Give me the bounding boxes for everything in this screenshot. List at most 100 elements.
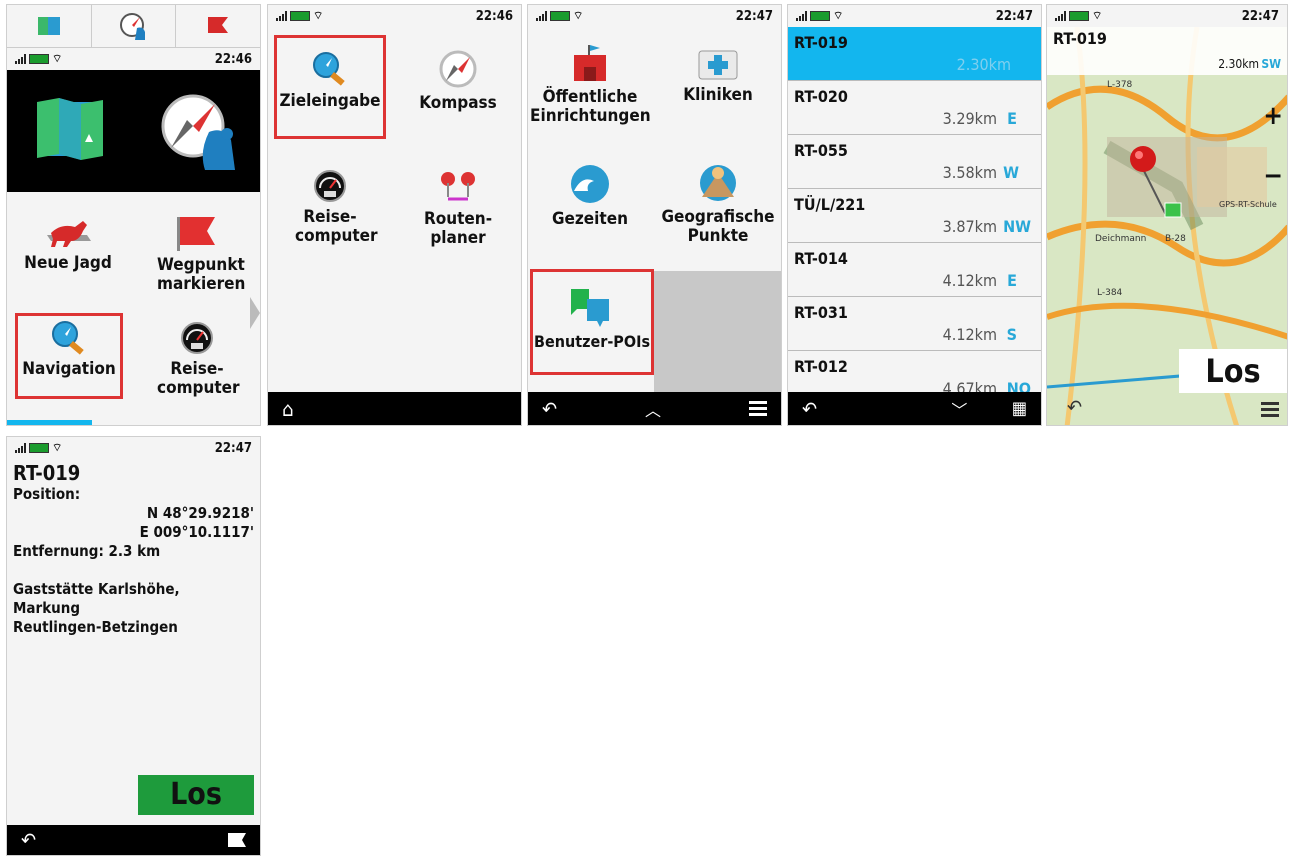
list-item[interactable]: RT-031 4.12km S — [788, 297, 1041, 351]
wave-icon — [571, 165, 609, 203]
poi-direction: S — [1006, 325, 1017, 344]
wifi-icon: ⌔ — [573, 9, 584, 22]
zoom-in-button[interactable]: + — [1263, 101, 1283, 131]
distance-text: Entfernung: 2.3 km — [13, 542, 161, 560]
shortcut-strip — [7, 5, 260, 48]
compass-dog-app-icon[interactable] — [157, 92, 241, 172]
item-label: Navigation — [22, 359, 116, 379]
navigation-tile[interactable]: Navigation — [15, 313, 123, 399]
compass-tile[interactable]: Kompass — [402, 49, 514, 139]
map-icon — [37, 17, 60, 35]
poi-name: TÜ/L/221 — [794, 195, 866, 214]
map-label-road1: L-378 — [1107, 80, 1133, 90]
where-to-tile[interactable]: Zieleingabe — [274, 35, 386, 139]
home-icon[interactable]: ⌂ — [282, 397, 293, 421]
poi-list: RT-019 2.30km RT-020 3.29km E RT-055 3.5… — [788, 27, 1041, 404]
waypoint-flag-icon — [177, 217, 215, 251]
list-item[interactable]: RT-055 3.58km W — [788, 135, 1041, 189]
poi-direction: NW — [1003, 217, 1031, 236]
longitude: E 009°10.1117' — [139, 523, 254, 541]
battery-icon — [290, 11, 310, 21]
battery-icon — [29, 443, 49, 453]
item-label: Reise-computer — [295, 207, 378, 246]
magnifier-icon — [313, 52, 345, 86]
magnifier-icon — [52, 321, 84, 355]
description-line: Markung — [13, 599, 81, 617]
screen-waypoint-details: ⌔ 22:47 RT-019 Position: N 48°29.9218' E… — [6, 436, 261, 856]
public-facilities-tile[interactable]: Öffentliche Einrichtungen — [528, 45, 652, 145]
map-label-place1: Deichmann — [1095, 234, 1146, 244]
clock: 22:47 — [214, 440, 252, 456]
item-label: Zieleingabe — [279, 91, 381, 111]
signal-icon — [796, 11, 807, 21]
menu-icon[interactable] — [749, 401, 767, 416]
item-label: Geografische Punkte — [661, 207, 775, 246]
map-label-place2: GPS-RT-Schule — [1219, 200, 1277, 209]
waypoint-direction: SW — [1261, 57, 1281, 71]
trip-computer-tile[interactable]: Reise-computer — [141, 321, 253, 411]
menu-icon[interactable] — [1261, 402, 1279, 417]
signal-icon — [1055, 11, 1066, 21]
list-item[interactable]: RT-019 2.30km — [788, 27, 1041, 81]
item-label: Neue Jagd — [24, 253, 112, 273]
map-shortcut[interactable] — [7, 5, 92, 47]
bottom-bar: ↶ ︿ — [528, 392, 781, 425]
map-app-icon[interactable] — [37, 98, 103, 160]
battery-icon — [1069, 11, 1089, 21]
wifi-icon: ⌔ — [1092, 9, 1103, 22]
poi-distance: 3.58km — [942, 163, 997, 182]
custom-pois-tile[interactable]: Benutzer-POIs — [530, 269, 654, 375]
chevron-down-icon[interactable]: ﹀ — [951, 397, 967, 421]
new-hunt-tile[interactable]: Neue Jagd — [13, 215, 123, 295]
status-bar: ⌔ 22:47 — [788, 5, 1041, 27]
clinics-tile[interactable]: Kliniken — [662, 45, 774, 145]
position-label: Position: — [13, 485, 81, 503]
item-label: Wegpunkt markieren — [157, 255, 246, 294]
map-label-place3: B-28 — [1165, 234, 1186, 244]
item-label: Kompass — [419, 93, 497, 113]
list-item[interactable]: TÜ/L/221 3.87km NW — [788, 189, 1041, 243]
hero-strip — [7, 70, 260, 192]
screen-where-to: ⌔ 22:46 Zieleingabe Kompass Reise-comput… — [267, 4, 522, 426]
chevron-up-icon[interactable]: ︿ — [645, 397, 661, 421]
status-bar: ⌔ 22:46 — [7, 48, 260, 70]
go-button[interactable]: Los — [1179, 349, 1287, 393]
signal-icon — [15, 54, 26, 64]
map-label-road2: L-384 — [1097, 288, 1123, 298]
poi-direction: E — [1007, 271, 1017, 290]
tides-tile[interactable]: Gezeiten — [532, 163, 648, 253]
route-planner-tile[interactable]: Routen-planer — [402, 169, 514, 259]
wifi-icon: ⌔ — [313, 9, 324, 22]
zoom-out-button[interactable]: − — [1263, 161, 1283, 191]
item-label: Öffentliche Einrichtungen — [530, 87, 651, 126]
waypoint-distance: 2.30km — [1218, 57, 1259, 71]
building-icon — [574, 45, 606, 81]
compass-shortcut[interactable] — [92, 5, 177, 47]
flag-shortcut[interactable] — [176, 5, 260, 47]
bottom-bar: ⌂ — [268, 392, 521, 425]
back-icon[interactable]: ↶ — [1067, 395, 1082, 419]
go-button[interactable]: Los — [138, 775, 254, 815]
flag-icon[interactable] — [228, 828, 246, 852]
description-line: Gaststätte Karlshöhe, — [13, 580, 180, 598]
compass-dog-icon — [119, 13, 145, 40]
item-label: Routen-planer — [423, 209, 493, 248]
bottom-bar: ↶ ﹀ ▦ — [788, 392, 1041, 425]
screen-poi-list: ⌔ 22:47 RT-019 2.30km RT-020 3.29km E RT… — [787, 4, 1042, 426]
wifi-icon: ⌔ — [52, 441, 63, 454]
list-item[interactable]: RT-014 4.12km E — [788, 243, 1041, 297]
poi-distance: 2.30km — [956, 55, 1011, 74]
clock: 22:47 — [995, 8, 1033, 24]
item-label: Kliniken — [683, 85, 753, 105]
back-icon[interactable]: ↶ — [21, 828, 36, 852]
trip-computer-tile[interactable]: Reise-computer — [274, 169, 386, 259]
list-item[interactable]: RT-020 3.29km E — [788, 81, 1041, 135]
geographic-points-tile[interactable]: Geografische Punkte — [656, 163, 780, 253]
back-icon[interactable]: ↶ — [542, 397, 557, 421]
back-icon[interactable]: ↶ — [802, 397, 817, 421]
next-page-arrow[interactable] — [250, 297, 260, 329]
item-label: Reise-computer — [157, 359, 240, 398]
poi-distance: 3.29km — [942, 109, 997, 128]
grid-icon[interactable]: ▦ — [1012, 398, 1027, 419]
mark-waypoint-tile[interactable]: Wegpunkt markieren — [141, 215, 253, 305]
